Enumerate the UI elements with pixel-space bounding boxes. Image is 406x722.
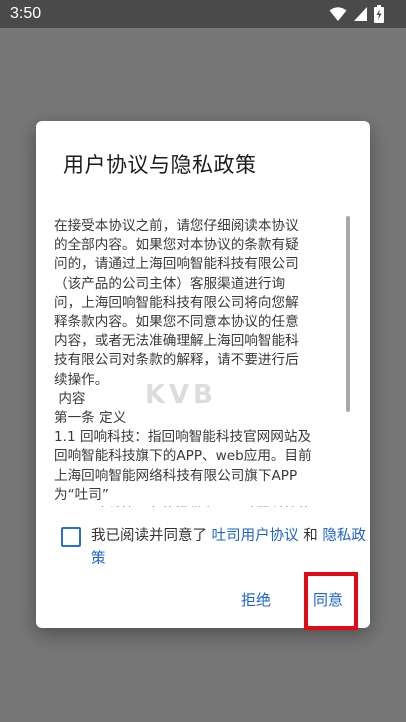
agreement-line: 为“吐司”: [54, 486, 109, 503]
consent-prefix: 我已阅读并同意了: [91, 528, 212, 544]
agreement-line: 在接受本协议之前，请您仔细阅读本协议: [54, 218, 299, 234]
reject-button[interactable]: 拒绝: [241, 589, 271, 610]
agree-checkbox[interactable]: [61, 527, 81, 547]
status-bar: 3:50: [0, 0, 406, 28]
consent-text: 我已阅读并同意了 吐司用户协议 和 隐私政策: [91, 525, 370, 571]
agreement-line: 第一条 定义: [54, 410, 127, 427]
agreement-line: 释条款内容。如果您不同意本协议的任意: [54, 314, 299, 331]
user-agreement-link[interactable]: 吐司用户协议: [212, 528, 299, 544]
status-icons: [329, 5, 384, 23]
agreement-line: 内容，或者无法准确理解上海回响智能科: [54, 333, 299, 350]
dialog-actions: 拒绝 同意: [36, 583, 370, 619]
agreement-content-scroll[interactable]: 在接受本协议之前，请您仔细阅读本协议 的全部内容。如果您对本协议的条款有疑 问的，请…: [54, 217, 350, 507]
signal-icon: [353, 6, 368, 22]
agreement-line: 内容: [54, 390, 86, 407]
status-time: 3:50: [10, 5, 42, 22]
privacy-dialog: 用户协议与隐私政策 在接受本协议之前，请您仔细阅读本协议 的全部内容。如果您对本协…: [36, 121, 370, 628]
dialog-title: 用户协议与隐私政策: [63, 153, 257, 177]
wifi-icon: [329, 6, 347, 22]
agreement-line: 问的，请通过上海回响智能科技有限公司: [54, 256, 299, 273]
agreement-line: 的全部内容。如果您对本协议的条款有疑: [54, 237, 299, 254]
battery-charging-icon: [374, 5, 384, 23]
agreement-line: 1.2 回响科技服务的提供者：即啤翼科技的: [54, 505, 350, 507]
agreement-line: 续操作。: [54, 371, 109, 388]
scrollbar-thumb[interactable]: [346, 216, 350, 412]
agree-button[interactable]: 同意: [313, 589, 343, 610]
agreement-line: 1.1 回响科技：指回响智能科技官网网站及: [54, 429, 312, 446]
agreement-line: 问，上海回响智能科技有限公司将向您解: [54, 294, 299, 311]
agreement-line: 技有限公司对条款的解释，请不要进行后: [54, 352, 299, 369]
consent-conjunction: 和: [298, 528, 323, 544]
agreement-text: 在接受本协议之前，请您仔细阅读本协议 的全部内容。如果您对本协议的条款有疑 问的，请…: [54, 217, 350, 507]
agreement-line: 上海回响智能网络科技有限公司旗下APP: [54, 467, 298, 484]
content-scrollbar[interactable]: [346, 216, 351, 508]
agreement-line: 回响智能科技旗下的APP、web应用。目前: [54, 448, 312, 465]
agreement-line: （该产品的公司主体）客服渠道进行询: [54, 275, 286, 292]
